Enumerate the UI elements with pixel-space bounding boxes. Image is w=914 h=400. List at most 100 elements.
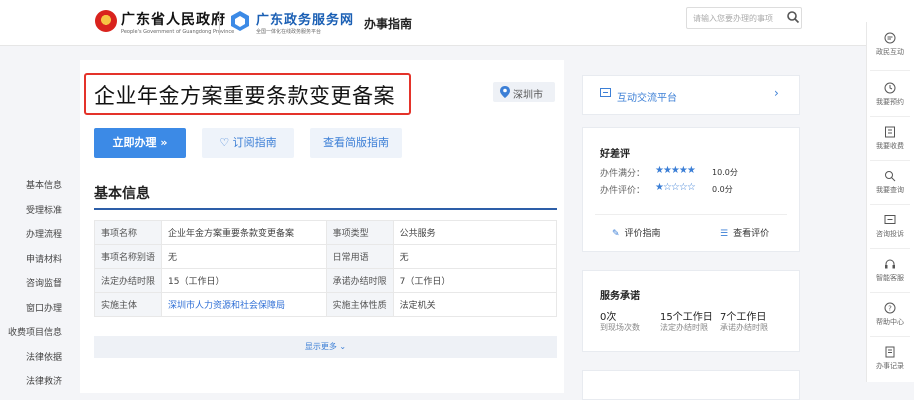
rail-label: 政民互动	[876, 48, 904, 56]
basic-info-table: 事项名称 企业年金方案重要条款变更备案 事项类型 公共服务 事项名称别语 无 日…	[93, 220, 558, 317]
table-row: 事项名称别语 无 日常用语 无	[93, 244, 558, 269]
rating-label: 办件评价：	[600, 186, 646, 196]
table-cell: 15（工作日）	[161, 268, 327, 293]
show-more-button[interactable]: 显示更多 ⌄	[94, 336, 557, 358]
section-title: 基本信息	[94, 186, 150, 202]
implementer-link[interactable]: 深圳市人力资源和社会保障局	[161, 292, 327, 317]
left-nav-item[interactable]: 申请材料	[0, 252, 72, 277]
rating-score: 10.0分	[712, 168, 738, 177]
rating-score: 0.0分	[712, 185, 733, 194]
subscribe-label: 订阅指南	[232, 136, 277, 149]
location-pin-icon	[500, 86, 510, 98]
table-cell: 实施主体	[93, 292, 163, 317]
gd-logo-icon	[231, 11, 249, 31]
rating-title: 好差评	[600, 149, 630, 160]
gov-subtitle: People's Government of Guangdong Provinc…	[121, 29, 235, 35]
rail-item-interaction[interactable]: 政民互动	[866, 32, 914, 57]
left-nav-item[interactable]: 受理标准	[0, 203, 72, 228]
chevron-down-icon: ⌄	[336, 342, 347, 351]
location-label: 深圳市	[513, 90, 543, 101]
svg-text:?: ?	[888, 305, 892, 313]
page-title: 企业年金方案重要条款变更备案	[94, 84, 395, 108]
table-cell: 法定机关	[392, 292, 558, 317]
service-name[interactable]: 广东政务服务网	[256, 9, 354, 28]
help-icon: ?	[884, 302, 896, 314]
left-nav: 基本信息 受理标准 办理流程 申请材料 咨询监督 窗口办理 收费项目信息 法律依…	[0, 178, 72, 399]
apply-now-button[interactable]: 立即办理 »	[94, 128, 186, 158]
chevron-right-icon[interactable]: ›	[774, 86, 779, 100]
promise-label: 承诺办结时限	[720, 323, 768, 332]
table-cell: 实施主体性质	[325, 292, 394, 317]
rail-label: 办事记录	[876, 362, 904, 370]
receipt-icon	[885, 126, 895, 138]
left-nav-item[interactable]: 收费项目信息	[0, 325, 72, 350]
section-underline	[94, 208, 557, 210]
rail-item-appointment[interactable]: 我要预约	[866, 82, 914, 107]
rail-label: 我要查询	[876, 186, 904, 194]
table-row: 法定办结时限 15（工作日） 承诺办结时限 7（工作日）	[93, 268, 558, 293]
table-cell: 承诺办结时限	[325, 268, 394, 293]
table-cell: 事项名称别语	[93, 244, 163, 269]
left-nav-item[interactable]: 办理流程	[0, 227, 72, 252]
promise-value: 7个工作日	[720, 312, 767, 323]
interaction-label[interactable]: 互动交流平台	[617, 89, 677, 104]
table-row: 实施主体 深圳市人力资源和社会保障局 实施主体性质 法定机关	[93, 292, 558, 317]
search-icon[interactable]	[786, 10, 800, 24]
rail-label: 我要预约	[876, 98, 904, 106]
rail-divider	[870, 204, 910, 205]
rating-guide-link[interactable]: ✎ 评价指南	[612, 226, 661, 239]
table-cell: 日常用语	[325, 244, 394, 269]
nav-guide[interactable]: 办事指南	[364, 15, 412, 32]
rail-divider	[870, 292, 910, 293]
location-chip[interactable]: 深圳市	[493, 82, 555, 102]
table-row: 事项名称 企业年金方案重要条款变更备案 事项类型 公共服务	[93, 220, 558, 245]
promise-title: 服务承诺	[600, 291, 640, 302]
promise-label: 法定办结时限	[660, 323, 708, 332]
rail-item-help[interactable]: ? 帮助中心	[866, 302, 914, 327]
divider	[595, 214, 787, 215]
view-rating-label: 查看评价	[733, 229, 770, 239]
left-nav-item[interactable]: 法律依据	[0, 350, 72, 375]
simple-guide-button[interactable]: 查看简版指南	[310, 128, 402, 158]
table-cell: 事项类型	[325, 220, 394, 245]
rail-divider	[870, 160, 910, 161]
left-nav-item[interactable]: 法律救济	[0, 374, 72, 399]
document-icon	[885, 346, 895, 358]
service-subtitle: 全国一体化在线政务服务平台	[256, 29, 322, 35]
rail-item-support[interactable]: 智能客服	[866, 258, 914, 283]
rail-divider	[870, 248, 910, 249]
view-rating-link[interactable]: ☰ 查看评价	[720, 226, 769, 239]
table-cell: 无	[392, 244, 558, 269]
rail-item-records[interactable]: 办事记录	[866, 346, 914, 371]
clock-icon	[884, 82, 896, 94]
rail-label: 我要收费	[876, 142, 904, 150]
promise-value: 15个工作日	[660, 312, 713, 323]
rail-item-query[interactable]: 我要查询	[866, 170, 914, 195]
rating-guide-label: 评价指南	[624, 229, 661, 239]
search-input[interactable]: 请输入您要办理的事项	[686, 7, 802, 29]
gov-name[interactable]: 广东省人民政府	[121, 9, 226, 29]
pencil-icon: ✎	[612, 229, 620, 239]
rail-divider	[870, 336, 910, 337]
rail-item-fee[interactable]: 我要收费	[866, 126, 914, 151]
table-cell: 事项名称	[93, 220, 163, 245]
bottom-card	[582, 370, 800, 400]
table-cell: 法定办结时限	[93, 268, 163, 293]
interaction-card[interactable]	[582, 75, 800, 115]
show-more-label: 显示更多	[304, 342, 337, 351]
star-rating: ★☆☆☆☆	[655, 182, 696, 193]
heart-icon: ♡	[219, 136, 233, 149]
left-nav-item[interactable]: 基本信息	[0, 178, 72, 203]
table-cell: 无	[161, 244, 327, 269]
feedback-icon	[884, 215, 896, 224]
rail-item-complaint[interactable]: 咨询投诉	[866, 214, 914, 239]
rail-label: 咨询投诉	[876, 230, 904, 238]
subscribe-guide-button[interactable]: ♡ 订阅指南	[202, 128, 294, 158]
left-nav-item[interactable]: 窗口办理	[0, 301, 72, 326]
headset-icon	[885, 259, 895, 269]
left-nav-item[interactable]: 咨询监督	[0, 276, 72, 301]
emblem-icon	[95, 10, 117, 32]
rail-label: 智能客服	[876, 274, 904, 282]
star-rating: ★★★★★	[655, 165, 696, 176]
rating-label: 办件满分：	[600, 169, 646, 179]
